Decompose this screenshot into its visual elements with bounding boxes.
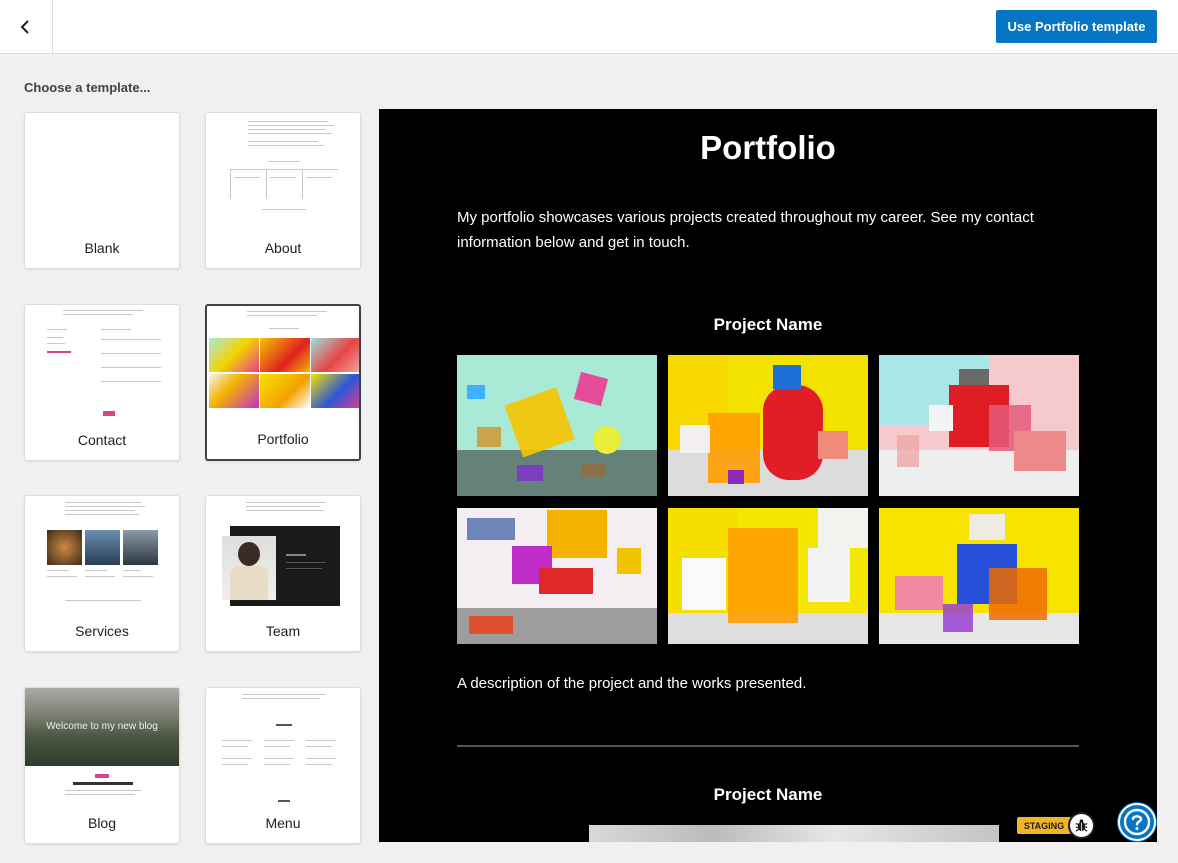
template-preview[interactable]: Portfolio My portfolio showcases various… [379,109,1157,842]
template-thumbnail [25,496,179,606]
blog-thumbnail-overlay: Welcome to my new blog [46,721,158,732]
template-thumbnail [206,688,360,802]
separator [457,745,1079,747]
template-thumbnail [207,306,359,416]
project-image [879,355,1079,496]
preview-title: Portfolio [700,129,836,166]
preview-intro: My portfolio showcases various projects … [457,209,1034,251]
template-label: Contact [77,432,127,448]
project-image [589,825,999,842]
template-thumbnail [206,113,360,223]
project-image [668,355,868,496]
template-label: About [264,240,302,256]
template-card-blog[interactable]: Welcome to my new blog Blog [24,687,180,844]
template-card-contact[interactable]: Contact [24,304,180,461]
use-template-button[interactable]: Use Portfolio template [996,10,1157,43]
project-image [668,508,868,644]
bug-icon [1075,819,1088,832]
template-label: Blog [87,815,117,831]
bug-report-button[interactable] [1068,812,1095,839]
chevron-left-icon [20,19,29,34]
back-button[interactable] [0,0,53,53]
template-card-portfolio[interactable]: Portfolio [205,304,361,461]
project-image [457,508,657,644]
template-card-blank[interactable]: Blank [24,112,180,269]
template-label: Services [75,623,129,639]
template-label: Blank [84,240,120,256]
template-card-team[interactable]: Team [205,495,361,652]
template-thumbnail [25,305,179,416]
template-thumbnail: Welcome to my new blog [25,688,179,798]
template-card-about[interactable]: About [205,112,361,269]
template-label: Team [265,623,301,639]
project-heading: Project Name [713,315,823,334]
project-heading: Project Name [713,785,823,804]
staging-badge: STAGING [1017,817,1071,834]
template-card-services[interactable]: Services [24,495,180,652]
template-label: Portfolio [257,431,309,447]
template-thumbnail [206,496,360,606]
template-label: Menu [265,815,301,831]
help-button[interactable] [1118,803,1156,841]
project-image [879,508,1079,644]
help-icon [1123,808,1151,836]
project-image [457,355,657,496]
template-card-menu[interactable]: Menu [205,687,361,844]
project-description: A description of the project and the wor… [457,675,807,692]
choose-template-heading: Choose a template... [24,80,151,95]
top-bar: Use Portfolio template [0,0,1178,54]
